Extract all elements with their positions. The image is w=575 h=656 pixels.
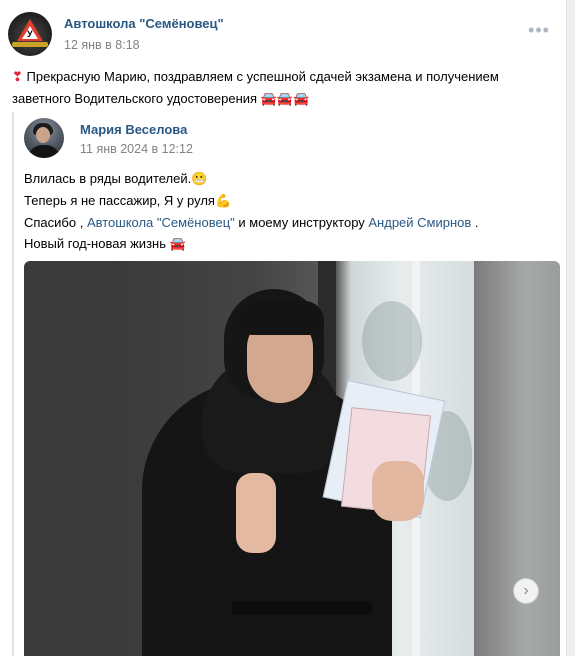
flexed-biceps-icon: 💪	[214, 194, 232, 209]
repost: Мария Веселова 11 янв 2024 в 12:12 Влила…	[12, 112, 560, 656]
instructor-link[interactable]: Андрей Смирнов	[368, 215, 471, 230]
post-time[interactable]: 12 янв в 8:18	[64, 38, 140, 52]
photo-preview-left[interactable]	[24, 261, 112, 656]
chevron-right-icon[interactable]: ›	[513, 578, 539, 604]
repost-text: Влилась в ряды водителей.😬 Теперь я не п…	[24, 171, 479, 252]
car-icon: 🚘	[169, 237, 186, 252]
post-text-line2: заветного Водительского удостоверения 🚘🚘…	[12, 91, 310, 107]
repost-author-avatar[interactable]	[24, 118, 64, 158]
grimacing-face-icon: 😬	[191, 172, 208, 187]
more-dots-icon[interactable]: •••	[527, 21, 551, 42]
photo-main[interactable]	[112, 261, 474, 656]
author-name[interactable]: Автошкола "Семёновец"	[64, 16, 224, 31]
community-link[interactable]: Автошкола "Семёновец"	[87, 215, 235, 230]
post-text: ❣ Прекрасную Марию, поздравляем с успешн…	[12, 66, 552, 110]
photo-gallery: ›	[24, 261, 560, 656]
car-icons: 🚘🚘🚘	[260, 92, 310, 107]
thumbs-up	[236, 473, 276, 553]
community-avatar[interactable]: У	[8, 12, 52, 56]
repost-author-name[interactable]: Мария Веселова	[80, 122, 187, 137]
post-header: У Автошкола "Семёновец" 12 янв в 8:18 ••…	[8, 12, 559, 56]
post-text-line1: ❣ Прекрасную Марию, поздравляем с успешн…	[12, 69, 499, 85]
repost-time[interactable]: 11 янв 2024 в 12:12	[80, 142, 193, 156]
post-card: У Автошкола "Семёновец" 12 янв в 8:18 ••…	[0, 0, 567, 656]
heart-exclamation-icon: ❣	[12, 70, 23, 85]
